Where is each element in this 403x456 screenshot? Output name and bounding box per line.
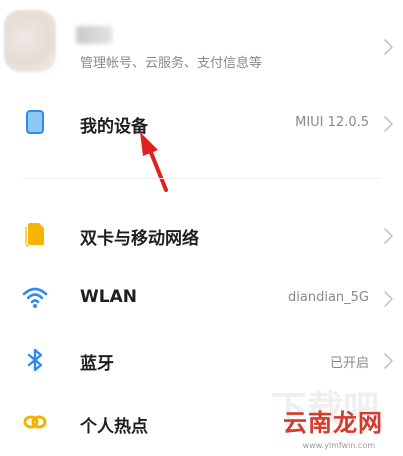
my-device-version: MIUI 12.0.5 — [295, 115, 369, 130]
site-watermark: 下载吧 云南龙网 www.ylmfwin.com — [243, 389, 383, 450]
watermark-url: www.ylmfwin.com — [302, 441, 375, 450]
dual-sim-label: 双卡与移动网络 — [80, 229, 199, 249]
account-subtitle: 管理帐号、云服务、支付信息等 — [80, 56, 263, 71]
section-divider — [22, 178, 381, 179]
account-row[interactable]: 管理帐号、云服务、支付信息等 — [0, 0, 403, 96]
watermark-name: 云南龙网 — [283, 408, 383, 437]
bluetooth-label: 蓝牙 — [80, 354, 114, 374]
phone-icon — [26, 110, 44, 134]
wlan-label: WLAN — [80, 287, 137, 307]
wifi-icon — [22, 287, 48, 308]
bluetooth-icon — [27, 348, 43, 372]
chevron-right-icon — [384, 116, 393, 132]
chevron-right-icon — [384, 353, 393, 369]
account-name-blurred — [76, 26, 112, 44]
hotspot-label: 个人热点 — [80, 417, 148, 437]
annotation-arrow — [140, 132, 168, 192]
settings-screen: 管理帐号、云服务、支付信息等 我的设备 MIUI 12.0.5 双卡与移动网络 — [0, 0, 403, 456]
avatar — [4, 10, 56, 72]
wlan-row[interactable]: WLAN diandian_5G — [0, 270, 403, 326]
my-device-row[interactable]: 我的设备 MIUI 12.0.5 — [0, 96, 403, 152]
dual-sim-row[interactable]: 双卡与移动网络 — [0, 206, 403, 262]
hotspot-icon — [23, 415, 47, 429]
sim-card-icon — [25, 223, 44, 247]
chevron-right-icon — [384, 291, 393, 307]
chevron-right-icon — [384, 39, 393, 55]
chevron-right-icon — [384, 228, 393, 244]
wlan-network-name: diandian_5G — [288, 290, 369, 305]
bluetooth-status: 已开启 — [329, 356, 369, 371]
